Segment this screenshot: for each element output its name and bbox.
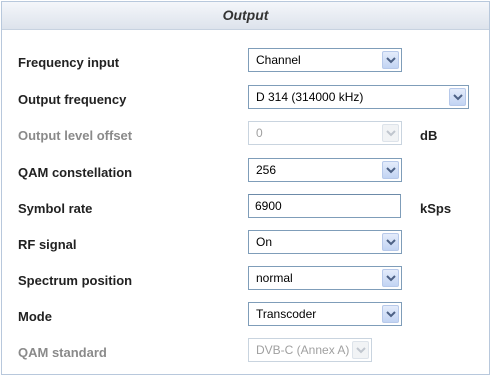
qam-standard-value: DVB-C (Annex A) [256, 343, 350, 357]
output-level-offset-row: Output level offset 0 dB [2, 121, 489, 149]
output-level-offset-select: 0 [248, 121, 402, 145]
output-panel: Output Frequency input Channel Output fr… [1, 1, 490, 375]
qam-constellation-row: QAM constellation 256 [2, 158, 489, 186]
symbol-rate-value: 6900 [255, 199, 282, 213]
symbol-rate-label: Symbol rate [18, 201, 93, 216]
spectrum-position-row: Spectrum position normal [2, 266, 489, 294]
output-frequency-row: Output frequency D 314 (314000 kHz) [2, 85, 489, 113]
mode-select[interactable]: Transcoder [248, 302, 402, 326]
output-frequency-label: Output frequency [18, 92, 127, 107]
qam-standard-select: DVB-C (Annex A) [248, 338, 372, 362]
output-settings-form: Frequency input Channel Output frequency… [2, 30, 489, 375]
qam-constellation-select[interactable]: 256 [248, 158, 402, 182]
symbol-rate-row: Symbol rate 6900 kSps [2, 194, 489, 222]
output-level-offset-value: 0 [256, 126, 263, 140]
rf-signal-label: RF signal [18, 237, 77, 252]
chevron-down-icon[interactable] [449, 88, 466, 106]
chevron-down-icon[interactable] [382, 305, 399, 323]
chevron-down-icon[interactable] [382, 233, 399, 251]
frequency-input-row: Frequency input Channel [2, 48, 489, 76]
qam-constellation-value: 256 [256, 163, 277, 177]
frequency-input-value: Channel [256, 53, 301, 67]
output-level-offset-unit: dB [420, 128, 438, 143]
mode-row: Mode Transcoder [2, 302, 489, 330]
output-frequency-select[interactable]: D 314 (314000 kHz) [248, 85, 469, 109]
chevron-down-icon[interactable] [382, 161, 399, 179]
chevron-down-icon[interactable] [382, 51, 399, 69]
symbol-rate-unit: kSps [420, 201, 452, 216]
rf-signal-value: On [256, 235, 273, 249]
qam-standard-label: QAM standard [18, 345, 107, 360]
mode-label: Mode [18, 309, 52, 324]
spectrum-position-value: normal [256, 271, 293, 285]
output-frequency-value: D 314 (314000 kHz) [256, 90, 364, 104]
panel-title: Output [2, 2, 489, 30]
chevron-down-icon [382, 124, 399, 142]
rf-signal-row: RF signal On [2, 230, 489, 258]
frequency-input-label: Frequency input [18, 55, 120, 70]
symbol-rate-input[interactable]: 6900 [248, 194, 401, 218]
qam-constellation-label: QAM constellation [18, 165, 133, 180]
chevron-down-icon[interactable] [382, 269, 399, 287]
frequency-input-select[interactable]: Channel [248, 48, 402, 72]
rf-signal-select[interactable]: On [248, 230, 402, 254]
spectrum-position-select[interactable]: normal [248, 266, 402, 290]
spectrum-position-label: Spectrum position [18, 273, 133, 288]
qam-standard-row: QAM standard DVB-C (Annex A) [2, 338, 489, 366]
output-level-offset-label: Output level offset [18, 128, 133, 143]
chevron-down-icon [352, 341, 369, 359]
mode-value: Transcoder [256, 307, 317, 321]
